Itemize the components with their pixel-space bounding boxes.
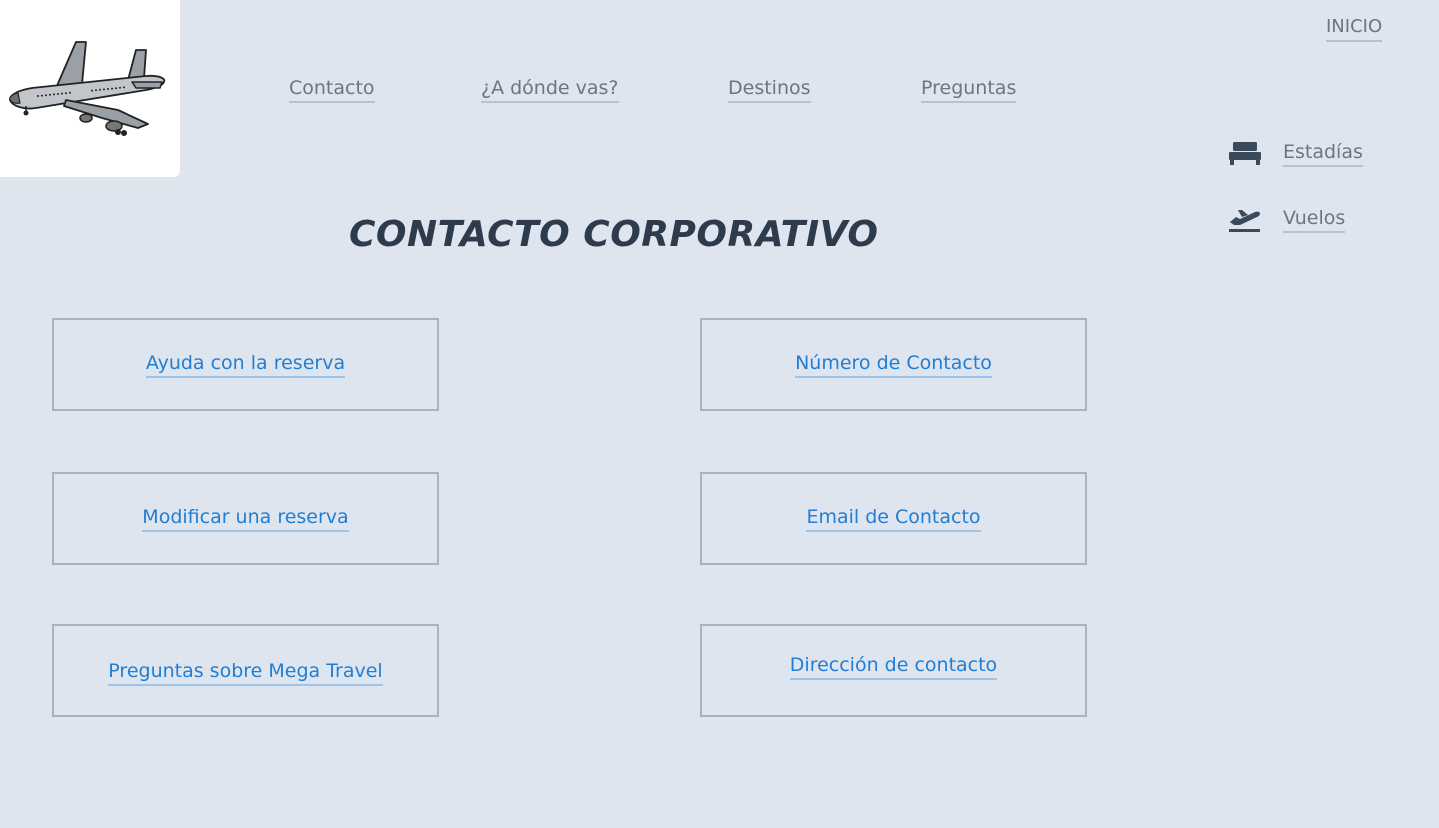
card-label[interactable]: Preguntas sobre Mega Travel — [108, 659, 383, 686]
nav-item-a-donde-vas[interactable]: ¿A dónde vas? — [481, 76, 619, 103]
sidebar-item-label: Vuelos — [1283, 206, 1346, 233]
card-label[interactable]: Modificar una reserva — [142, 505, 349, 532]
card-email-contacto[interactable]: Email de Contacto — [700, 472, 1087, 565]
card-ayuda-reserva[interactable]: Ayuda con la reserva — [52, 318, 439, 411]
page-title: CONTACTO CORPORATIVO — [349, 214, 879, 255]
card-label[interactable]: Ayuda con la reserva — [145, 351, 346, 378]
sidebar-item-vuelos[interactable]: Vuelos — [1228, 204, 1346, 234]
card-direccion-contacto[interactable]: Dirección de contacto — [700, 624, 1087, 717]
nav-item-contacto[interactable]: Contacto — [289, 76, 375, 103]
card-label[interactable]: Número de Contacto — [795, 351, 992, 378]
logo[interactable] — [0, 0, 180, 177]
flight-takeoff-icon — [1228, 204, 1262, 234]
home-link[interactable]: INICIO — [1326, 15, 1383, 42]
card-label[interactable]: Email de Contacto — [806, 505, 981, 532]
sidebar-item-label: Estadías — [1283, 140, 1363, 167]
card-label[interactable]: Dirección de contacto — [789, 653, 998, 680]
airplane-icon — [9, 41, 166, 136]
nav-item-preguntas[interactable]: Preguntas — [921, 76, 1017, 103]
card-modificar-reserva[interactable]: Modificar una reserva — [52, 472, 439, 565]
sidebar-item-estadias[interactable]: Estadías — [1228, 138, 1363, 168]
bed-icon — [1228, 138, 1262, 168]
nav-item-destinos[interactable]: Destinos — [728, 76, 811, 103]
card-preguntas-mega-travel[interactable]: Preguntas sobre Mega Travel — [52, 624, 439, 717]
card-numero-contacto[interactable]: Número de Contacto — [700, 318, 1087, 411]
